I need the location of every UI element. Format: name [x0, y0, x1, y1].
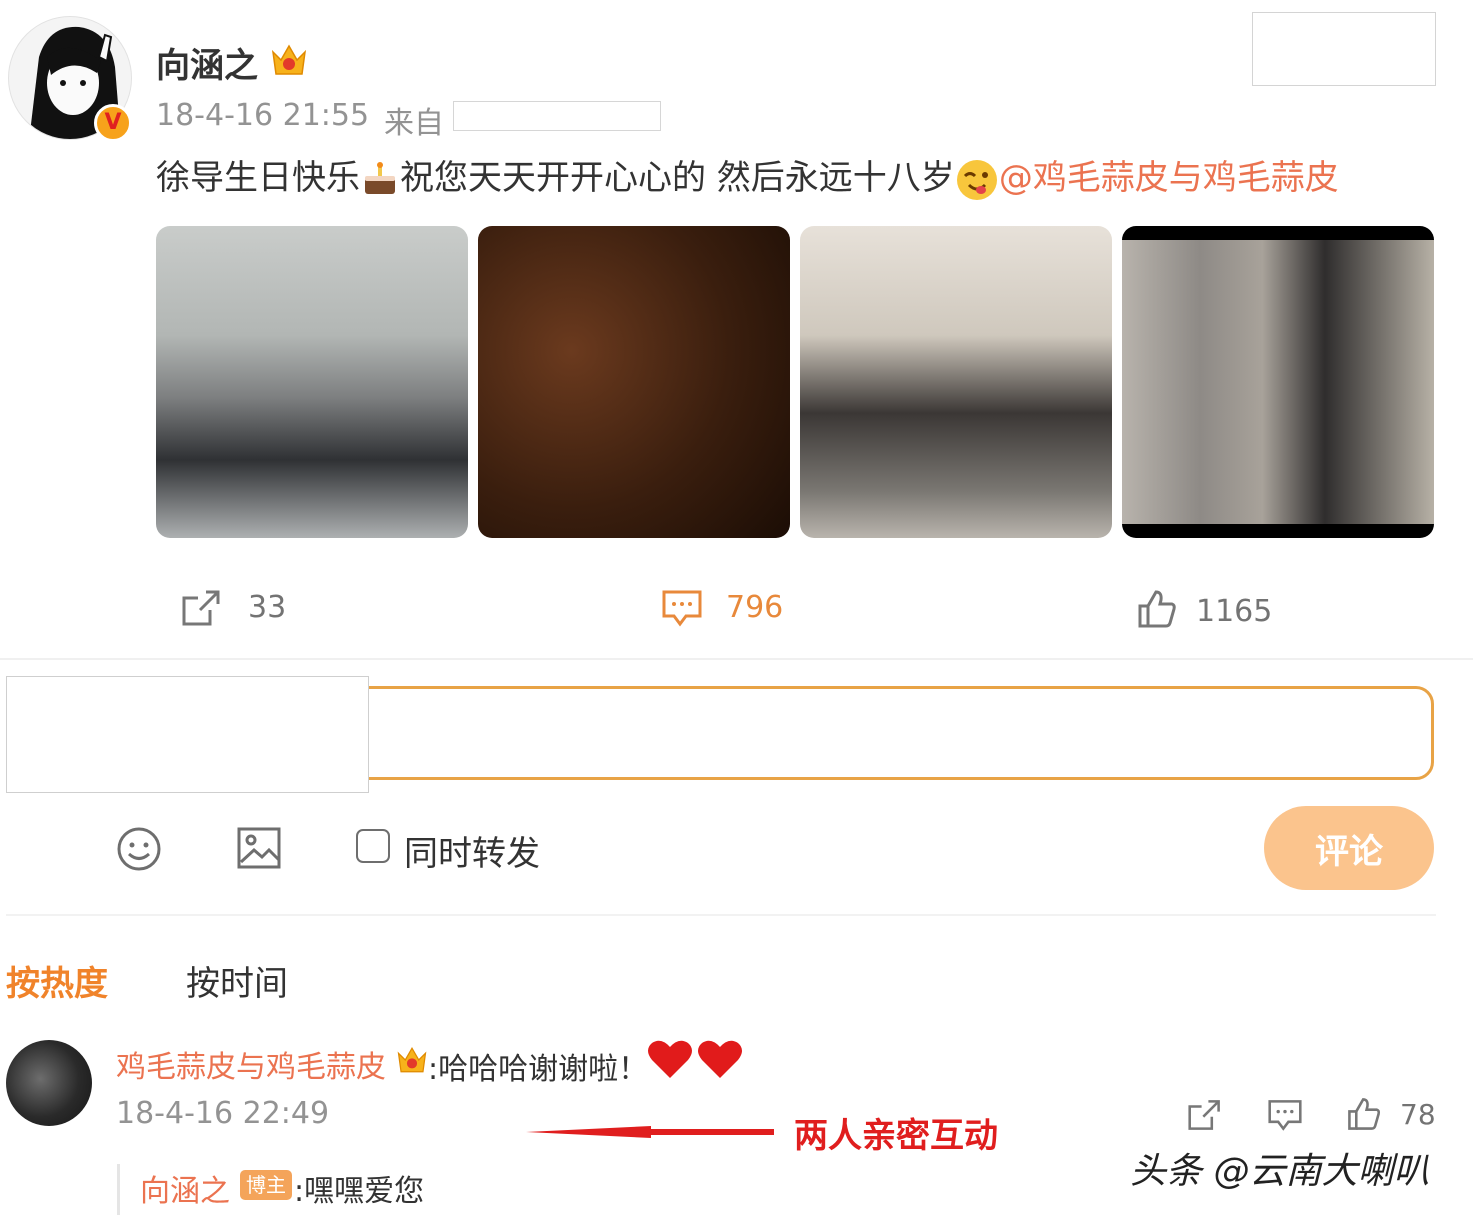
source-redaction	[453, 101, 661, 131]
tab-sort-hot[interactable]: 按热度	[6, 956, 108, 1005]
comment-like-count[interactable]: 78	[1400, 1098, 1436, 1131]
section-divider	[0, 658, 1473, 660]
post-photo-3[interactable]	[800, 226, 1112, 538]
wink-emoji-icon	[956, 159, 997, 200]
author-name[interactable]: 向涵之	[156, 38, 258, 87]
repost-count[interactable]: 33	[248, 590, 286, 625]
annotation-arrow-icon	[526, 1126, 774, 1138]
comment-text: :哈哈哈谢谢啦！	[428, 1052, 649, 1087]
comment-like-icon[interactable]	[1346, 1096, 1382, 1132]
repost-checkbox[interactable]	[356, 829, 390, 863]
like-action[interactable]	[1136, 588, 1178, 634]
reply-indent-bar	[117, 1164, 120, 1215]
comment-icon	[662, 590, 702, 627]
submit-comment-button[interactable]: 评论	[1264, 806, 1434, 890]
commenter-name[interactable]: 鸡毛蒜皮与鸡毛蒜皮	[116, 1042, 386, 1086]
emoji-picker-icon[interactable]	[116, 826, 162, 872]
comment-reply-icon[interactable]	[1266, 1098, 1304, 1132]
repost-icon	[182, 590, 220, 626]
comment-action[interactable]	[660, 588, 704, 632]
verified-v-icon: V	[94, 104, 132, 142]
input-redaction	[6, 676, 369, 793]
watermark: 头条 @云南大喇叭	[1130, 1151, 1430, 1192]
image-upload-icon[interactable]	[236, 826, 282, 870]
post-photo-4[interactable]	[1122, 226, 1434, 538]
comment-repost-icon[interactable]	[1186, 1098, 1224, 1132]
post-source-label: 来自	[384, 106, 444, 141]
tab-sort-time[interactable]: 按时间	[186, 956, 288, 1005]
post-photo-1[interactable]	[156, 226, 468, 538]
reply-text: :嘿嘿爱您	[294, 1174, 425, 1209]
vip-crown-icon	[271, 44, 307, 75]
post-text-main: 徐导生日快乐	[156, 158, 360, 198]
annotation-text: 两人亲密互动	[794, 1116, 998, 1156]
repost-checkbox-label[interactable]: 同时转发	[404, 826, 540, 875]
post-time[interactable]: 18-4-16 21:55	[156, 98, 369, 133]
post-photo-2[interactable]	[478, 226, 790, 538]
cake-emoji-icon	[365, 161, 395, 194]
reply-user-name[interactable]: 向涵之	[140, 1166, 230, 1210]
repost-action[interactable]	[180, 588, 224, 632]
thumbs-up-icon	[1138, 590, 1176, 628]
mention-link[interactable]: @鸡毛蒜皮与鸡毛蒜皮	[999, 158, 1339, 198]
commenter-avatar[interactable]	[6, 1040, 92, 1126]
comment-count[interactable]: 796	[726, 590, 783, 625]
like-count[interactable]: 1165	[1196, 594, 1272, 629]
heart-emoji-icon	[648, 1040, 742, 1078]
post-text: 徐导生日快乐 祝您天天开开心心的 然后永远十八岁 @鸡毛蒜皮与鸡毛蒜皮	[156, 150, 1339, 202]
post-text-mid: 祝您天天开开心心的 然后永远十八岁	[400, 158, 955, 198]
vip-crown-icon	[397, 1046, 427, 1073]
composer-divider	[6, 914, 1436, 916]
comment-time: 18-4-16 22:49	[116, 1096, 330, 1131]
follow-area-redaction	[1252, 12, 1436, 86]
host-badge: 博主	[240, 1170, 292, 1200]
